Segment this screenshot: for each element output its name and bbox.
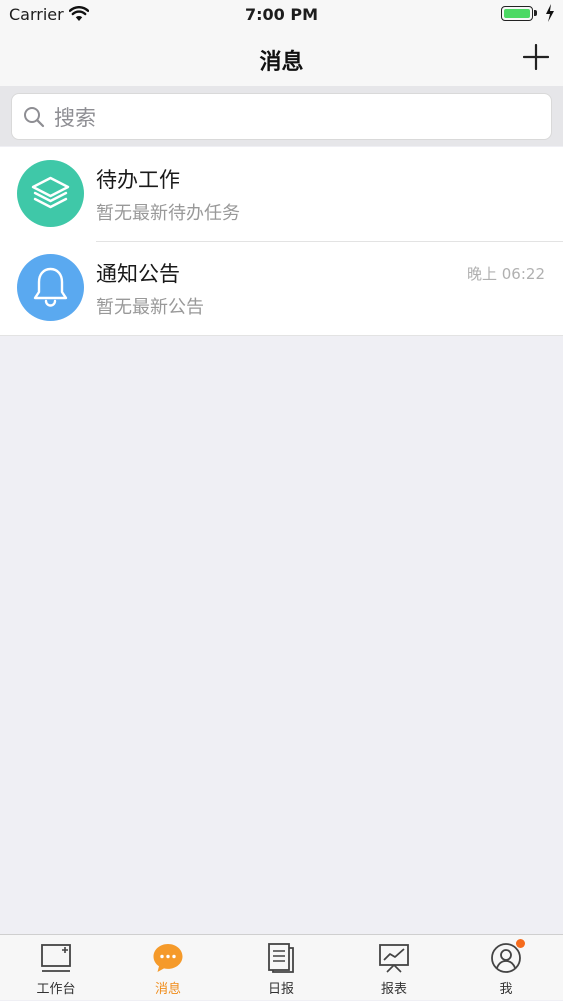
tab-daily-report[interactable]: 日报 — [225, 935, 337, 1001]
chart-icon — [379, 944, 409, 973]
tab-label: 日报 — [267, 982, 294, 997]
notice-avatar — [17, 254, 84, 321]
charging-icon — [546, 4, 554, 22]
tab-label: 工作台 — [36, 982, 76, 997]
clock: 7:00 PM — [244, 5, 318, 24]
nav-bar: 消息 — [0, 30, 563, 86]
tab-messages[interactable]: 消息 — [112, 935, 224, 1001]
todo-avatar — [17, 160, 84, 227]
search-icon — [24, 107, 45, 128]
tab-bar: 工作台 消息 日报 报表 我 — [0, 934, 563, 1000]
tab-label: 我 — [499, 982, 513, 997]
workbench-icon — [41, 944, 71, 972]
notification-badge — [516, 939, 525, 948]
tab-label: 报表 — [380, 982, 407, 997]
tab-me[interactable]: 我 — [450, 935, 562, 1001]
bell-icon — [33, 267, 68, 307]
tab-workbench[interactable]: 工作台 — [0, 935, 112, 1001]
list-divider — [0, 335, 563, 336]
message-title: 待办工作 — [96, 168, 180, 192]
message-row-todo[interactable]: 待办工作 暂无最新待办任务 — [0, 147, 563, 241]
message-subtitle: 暂无最新公告 — [96, 297, 204, 318]
document-icon — [268, 943, 294, 973]
search-bar — [0, 86, 563, 146]
status-bar: Carrier 7:00 PM — [0, 0, 563, 30]
message-list: 待办工作 暂无最新待办任务 通知公告 暂无最新公告 晚上 06:22 — [0, 147, 563, 336]
battery-icon — [501, 6, 537, 21]
page-title: 消息 — [259, 50, 304, 75]
search-box[interactable] — [11, 93, 552, 140]
message-subtitle: 暂无最新待办任务 — [96, 203, 240, 224]
chat-bubble-icon — [153, 944, 183, 972]
add-icon[interactable] — [523, 44, 549, 70]
tab-label: 消息 — [154, 982, 181, 997]
message-title: 通知公告 — [96, 262, 180, 286]
message-time: 晚上 06:22 — [467, 265, 545, 283]
layers-icon — [31, 176, 70, 209]
message-row-notice[interactable]: 通知公告 暂无最新公告 晚上 06:22 — [0, 241, 563, 335]
search-input[interactable] — [52, 100, 536, 136]
tab-reports[interactable]: 报表 — [338, 935, 450, 1001]
